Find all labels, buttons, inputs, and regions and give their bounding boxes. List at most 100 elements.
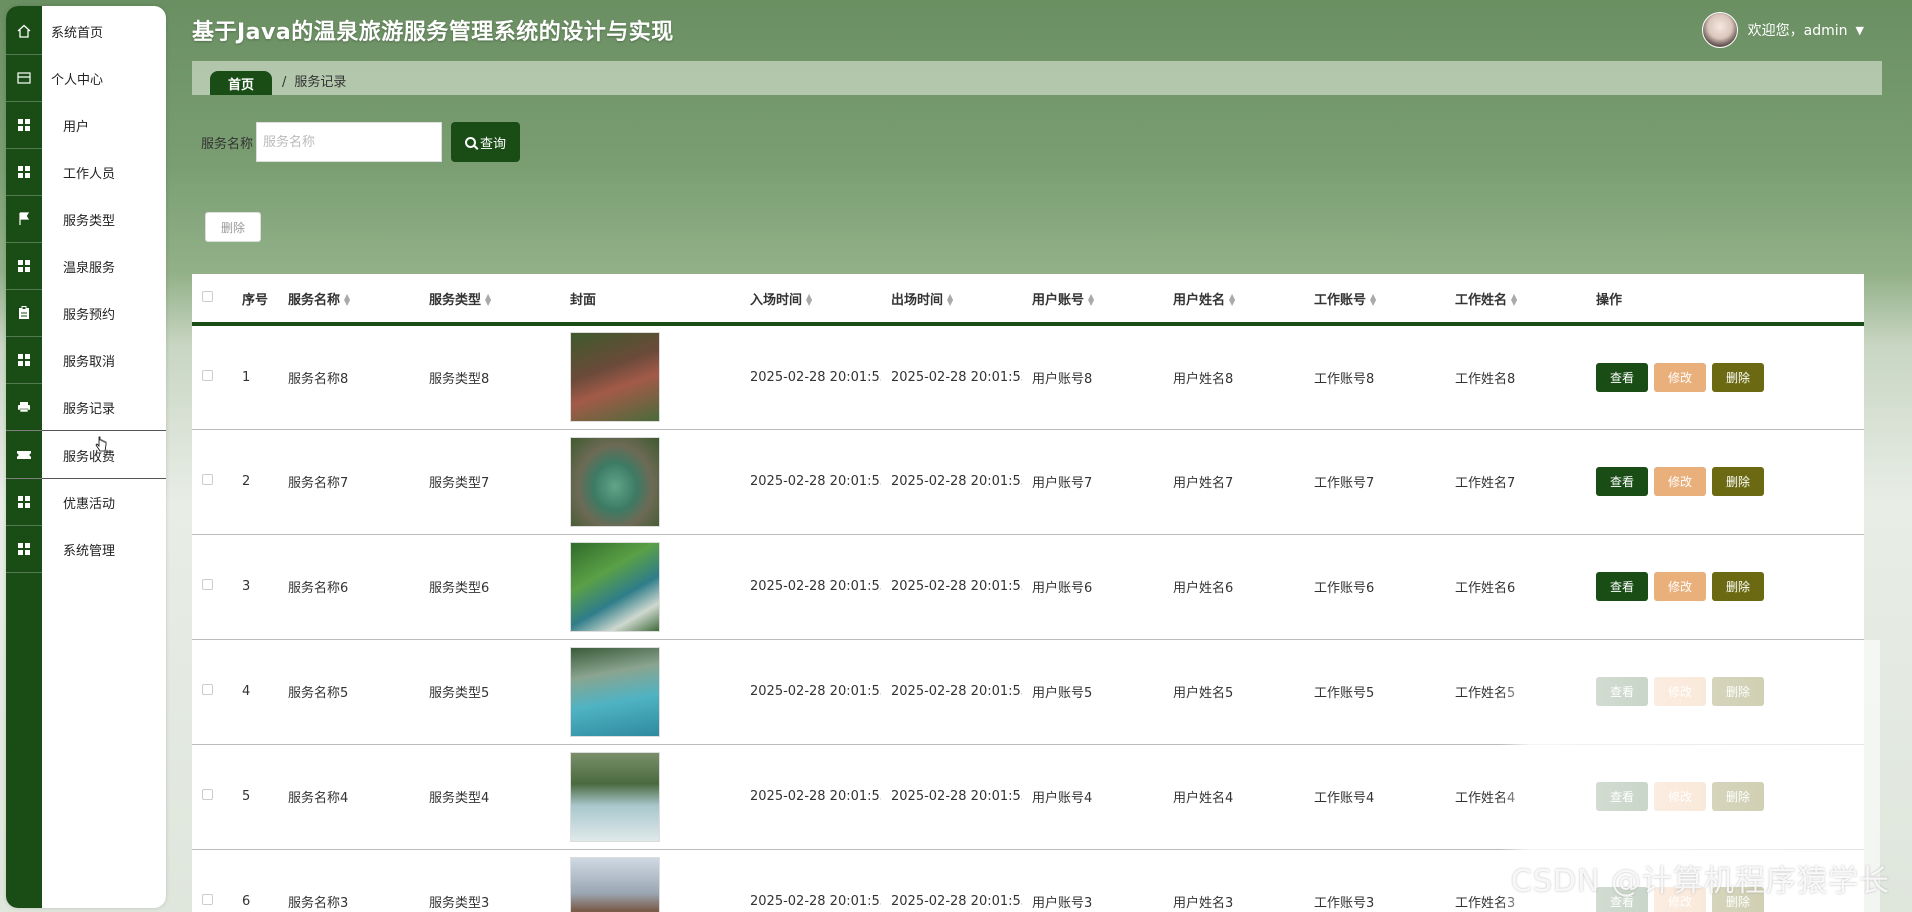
sidebar-item-staff[interactable]: 工作人员 bbox=[6, 149, 166, 196]
sidebar-item-label: 用户 bbox=[63, 120, 90, 135]
cell-type: 服务类型6 bbox=[429, 581, 490, 596]
row-select-cell[interactable] bbox=[192, 324, 232, 429]
cover-image bbox=[570, 646, 660, 737]
cell-work-acc: 工作账号7 bbox=[1314, 476, 1375, 491]
cell-out: 2025-02-28 20:01:53 bbox=[891, 894, 1022, 909]
cell-user-acc: 用户账号3 bbox=[1032, 896, 1093, 911]
row-select-cell[interactable] bbox=[192, 849, 232, 912]
table-header-row: 序号 服务名称 ▲ ▼ 服务类型 ▲ ▼ 封面 入场时间 ▲ ▼ 出场时间 ▲ ▼ 用户账号 ▲ ▼… bbox=[192, 274, 1864, 324]
cell-type: 服务类型3 bbox=[429, 896, 490, 911]
edit-button[interactable]: 修改 bbox=[1654, 782, 1706, 811]
cell-work-name: 工作姓名4 bbox=[1455, 791, 1516, 806]
sidebar-item-fees[interactable]: 服务收费 bbox=[6, 432, 166, 479]
column-header[interactable]: 服务名称 ▲ ▼ bbox=[278, 274, 419, 324]
select-all-cell[interactable] bbox=[192, 274, 232, 324]
column-header[interactable]: 出场时间 ▲ ▼ bbox=[881, 274, 1022, 324]
delete-button[interactable]: 删除 bbox=[1712, 467, 1764, 496]
sidebar-item-label: 服务取消 bbox=[63, 355, 116, 370]
row-checkbox[interactable] bbox=[202, 789, 213, 800]
grid-icon bbox=[6, 526, 42, 573]
column-header-label: 用户账号 bbox=[1032, 292, 1085, 308]
column-header[interactable]: 服务类型 ▲ ▼ bbox=[419, 274, 560, 324]
cover-cell bbox=[560, 429, 740, 534]
caret-down-icon: ▼ bbox=[1855, 23, 1864, 37]
row-checkbox[interactable] bbox=[202, 894, 213, 905]
search-button[interactable]: 查询 bbox=[451, 122, 521, 162]
cover-cell bbox=[560, 639, 740, 744]
row-select-cell[interactable] bbox=[192, 639, 232, 744]
avatar bbox=[1701, 12, 1738, 48]
sidebar-item-service-type[interactable]: 服务类型 bbox=[6, 196, 166, 243]
edit-button[interactable]: 修改 bbox=[1654, 677, 1706, 706]
sidebar-item-cancel[interactable]: 服务取消 bbox=[6, 337, 166, 384]
column-header[interactable]: 入场时间 ▲ ▼ bbox=[740, 274, 881, 324]
cell-type: 服务类型4 bbox=[429, 791, 490, 806]
search-icon bbox=[465, 136, 476, 148]
sidebar-item-personal[interactable]: 个人中心 bbox=[6, 55, 166, 102]
cell-type: 服务类型8 bbox=[429, 371, 490, 387]
actions-cell: 查看 修改 删除 bbox=[1586, 534, 1864, 639]
view-button[interactable]: 查看 bbox=[1596, 467, 1648, 496]
sort-icon[interactable]: ▲ ▼ bbox=[344, 293, 350, 307]
cell-work-name: 工作姓名5 bbox=[1455, 686, 1516, 701]
row-select-cell[interactable] bbox=[192, 429, 232, 534]
sidebar-item-label: 优惠活动 bbox=[63, 497, 116, 512]
column-header[interactable]: 用户账号 ▲ ▼ bbox=[1022, 274, 1163, 324]
row-checkbox[interactable] bbox=[202, 684, 213, 695]
breadcrumb-home[interactable]: 首页 bbox=[210, 71, 273, 95]
select-all-checkbox[interactable] bbox=[202, 290, 213, 302]
row-select-cell[interactable] bbox=[192, 744, 232, 849]
column-header[interactable]: 用户姓名 ▲ ▼ bbox=[1163, 274, 1304, 324]
sidebar-item-label: 服务记录 bbox=[63, 401, 116, 417]
row-select-cell[interactable] bbox=[192, 534, 232, 639]
cell-work-name: 工作姓名7 bbox=[1455, 476, 1516, 491]
flag-icon bbox=[6, 196, 42, 243]
delete-button[interactable]: 删除 bbox=[1712, 362, 1764, 392]
edit-button[interactable]: 修改 bbox=[1654, 467, 1706, 496]
cell-in: 2025-02-28 20:01:53 bbox=[750, 894, 881, 909]
actions-cell: 查看 修改 删除 bbox=[1586, 429, 1864, 534]
view-button[interactable]: 查看 bbox=[1596, 572, 1648, 601]
cell-user-name: 用户姓名5 bbox=[1173, 686, 1234, 701]
sort-icon[interactable]: ▲ ▼ bbox=[1088, 293, 1094, 307]
sidebar-item-system[interactable]: 系统管理 bbox=[6, 526, 166, 573]
cell-name: 服务名称5 bbox=[288, 686, 349, 701]
sidebar-item-promotions[interactable]: 优惠活动 bbox=[6, 479, 166, 526]
sort-icon[interactable]: ▲ ▼ bbox=[1229, 293, 1235, 307]
sort-icon[interactable]: ▲ ▼ bbox=[1370, 293, 1376, 307]
sidebar-item-home[interactable]: 系统首页 bbox=[6, 8, 166, 55]
sidebar-item-hot-spring[interactable]: 温泉服务 bbox=[6, 243, 166, 290]
view-button[interactable]: 查看 bbox=[1596, 782, 1648, 811]
sidebar-item-label: 系统首页 bbox=[51, 26, 104, 41]
bulk-delete-button[interactable]: 删除 bbox=[205, 212, 261, 242]
sidebar-item-booking[interactable]: 服务预约 bbox=[6, 290, 166, 337]
cover-cell bbox=[560, 324, 740, 429]
sidebar-item-users[interactable]: 用户 bbox=[6, 102, 166, 149]
sidebar: 系统首页 个人中心 用户 工作人员 服务类型 温泉服务 服务预约 服务取消 服务… bbox=[6, 6, 166, 908]
sort-icon[interactable]: ▲ ▼ bbox=[947, 293, 953, 307]
table-row: 1 服务名称8 服务类型8 2025-02-28 20:01:53 2025-02-28… bbox=[192, 324, 1864, 429]
sort-icon[interactable]: ▲ ▼ bbox=[1511, 293, 1517, 307]
sort-icon[interactable]: ▲ ▼ bbox=[485, 293, 491, 307]
sidebar-item-label: 系统管理 bbox=[63, 544, 116, 559]
sort-icon[interactable]: ▲ ▼ bbox=[806, 293, 812, 307]
user-menu[interactable]: 欢迎您，admin ▼ bbox=[1701, 12, 1864, 48]
cover-image bbox=[570, 751, 660, 842]
edit-button[interactable]: 修改 bbox=[1654, 362, 1706, 392]
column-header[interactable]: 工作账号 ▲ ▼ bbox=[1304, 274, 1445, 324]
search-input[interactable] bbox=[256, 122, 443, 162]
sidebar-item-records[interactable]: 服务记录 bbox=[6, 384, 166, 431]
cursor-icon bbox=[95, 436, 107, 452]
view-button[interactable]: 查看 bbox=[1596, 677, 1648, 706]
row-checkbox[interactable] bbox=[202, 579, 213, 590]
cell-no: 6 bbox=[242, 894, 251, 909]
row-checkbox[interactable] bbox=[202, 369, 213, 381]
delete-button[interactable]: 删除 bbox=[1712, 782, 1764, 811]
delete-button[interactable]: 删除 bbox=[1712, 677, 1764, 706]
column-header[interactable]: 工作姓名 ▲ ▼ bbox=[1445, 274, 1586, 324]
edit-button[interactable]: 修改 bbox=[1654, 572, 1706, 601]
row-checkbox[interactable] bbox=[202, 474, 213, 485]
delete-button[interactable]: 删除 bbox=[1712, 572, 1764, 601]
table-row: 4 服务名称5 服务类型5 2025-02-28 20:01:53 2025-02-28… bbox=[192, 639, 1864, 744]
view-button[interactable]: 查看 bbox=[1596, 362, 1648, 392]
